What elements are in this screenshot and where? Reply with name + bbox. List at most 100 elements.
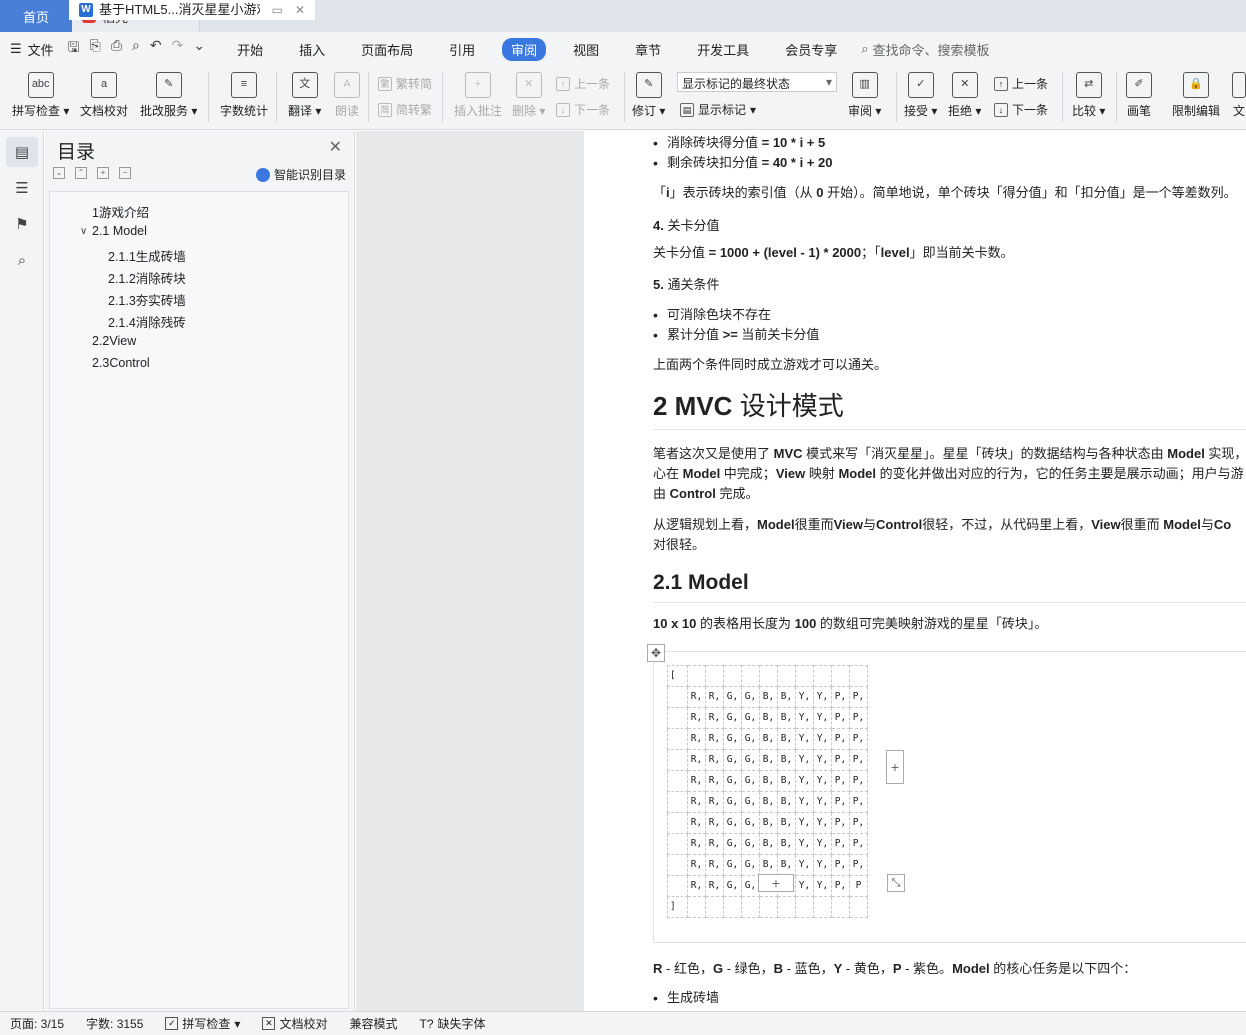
table-cell[interactable]: G, xyxy=(723,854,742,876)
next-comment-button[interactable]: ↓ 下一条 xyxy=(556,101,610,118)
table-cell[interactable]: P, xyxy=(849,770,868,792)
table-cell[interactable]: G, xyxy=(741,812,760,834)
table-cell[interactable]: R, xyxy=(687,686,706,708)
table-cell[interactable] xyxy=(741,665,760,687)
more-ribbon-button[interactable]: 文 xyxy=(1232,72,1246,119)
table-cell[interactable]: G, xyxy=(723,770,742,792)
chevron-down-icon[interactable]: ∨ xyxy=(80,226,87,237)
table-cell[interactable]: P, xyxy=(849,854,868,876)
add-heading-icon[interactable]: + xyxy=(97,167,109,179)
table-cell[interactable] xyxy=(723,665,742,687)
table-cell[interactable]: G, xyxy=(723,875,742,897)
close-icon[interactable]: ✕ xyxy=(329,137,342,157)
customize-icon[interactable]: ⌄ xyxy=(193,37,205,61)
redo-icon[interactable]: ↷ xyxy=(172,37,184,61)
table-cell[interactable]: G, xyxy=(741,707,760,729)
table-cell[interactable]: G, xyxy=(741,686,760,708)
table-cell[interactable]: P, xyxy=(849,749,868,771)
menu-member[interactable]: 会员专享 xyxy=(776,38,846,61)
save-icon[interactable]: 🖫 xyxy=(68,37,80,61)
remove-heading-icon[interactable]: − xyxy=(119,167,131,179)
table-cell[interactable]: B, xyxy=(759,728,778,750)
table-cell[interactable] xyxy=(667,833,688,855)
table-cell[interactable] xyxy=(759,665,778,687)
table-cell[interactable]: R, xyxy=(687,749,706,771)
table-cell[interactable]: P, xyxy=(831,833,850,855)
table-cell[interactable]: P, xyxy=(831,728,850,750)
resize-handle-icon[interactable]: ⤡ xyxy=(887,874,905,892)
table-cell[interactable] xyxy=(849,896,868,918)
table-cell[interactable] xyxy=(795,896,814,918)
table-cell[interactable]: B, xyxy=(777,686,796,708)
menu-page-layout[interactable]: 页面布局 xyxy=(352,38,422,61)
table-cell[interactable]: G, xyxy=(741,875,760,897)
export-icon[interactable]: ⎘ xyxy=(90,37,101,61)
table-cell[interactable] xyxy=(667,686,688,708)
doc-check-button[interactable]: a 文档校对 xyxy=(80,72,128,119)
table-cell[interactable] xyxy=(813,896,832,918)
table-cell[interactable]: Y, xyxy=(813,749,832,771)
table-cell[interactable]: Y, xyxy=(813,707,832,729)
table-cell[interactable]: P, xyxy=(831,854,850,876)
bookmark-icon[interactable]: ⚑ xyxy=(6,209,38,239)
toc-item[interactable]: 2.3Control xyxy=(92,356,150,370)
table-cell[interactable]: Y, xyxy=(813,791,832,813)
table-cell[interactable]: G, xyxy=(741,833,760,855)
table-cell[interactable]: Y, xyxy=(813,728,832,750)
collapse-all-icon[interactable]: ⌃ xyxy=(75,167,87,179)
menu-section[interactable]: 章节 xyxy=(626,38,670,61)
compare-button[interactable]: ⇄ 比较 ▾ xyxy=(1072,72,1105,119)
page-indicator[interactable]: 页面: 3/15 xyxy=(10,1015,64,1032)
tab-home[interactable]: 首页 xyxy=(0,0,72,32)
table-cell[interactable]: Y, xyxy=(795,686,814,708)
table-cell[interactable]: Y, xyxy=(795,749,814,771)
table-cell[interactable] xyxy=(723,896,742,918)
table-cell[interactable] xyxy=(667,707,688,729)
simp-to-trad-button[interactable]: 简简转繁 xyxy=(378,101,432,118)
table-cell[interactable]: R, xyxy=(687,854,706,876)
delete-comment-button[interactable]: ✕ 删除 ▾ xyxy=(512,72,545,119)
table-cell[interactable]: B, xyxy=(759,791,778,813)
table-cell[interactable] xyxy=(795,665,814,687)
table-cell[interactable] xyxy=(687,896,706,918)
table-cell[interactable]: R, xyxy=(687,728,706,750)
accept-button[interactable]: ✓ 接受 ▾ xyxy=(904,72,937,119)
table-cell[interactable]: R, xyxy=(705,749,724,771)
table-cell[interactable]: P, xyxy=(849,707,868,729)
pin-icon[interactable]: ▭ xyxy=(272,0,283,20)
table-cell[interactable]: G, xyxy=(723,812,742,834)
table-cell[interactable]: B, xyxy=(777,728,796,750)
prev-comment-button[interactable]: ↑ 上一条 xyxy=(556,75,610,92)
table-cell[interactable]: R, xyxy=(687,833,706,855)
expand-all-icon[interactable]: ⌄ xyxy=(53,167,65,179)
table-cell[interactable]: P, xyxy=(849,812,868,834)
table-cell[interactable] xyxy=(759,896,778,918)
table-cell[interactable] xyxy=(705,665,724,687)
add-row-button[interactable]: + xyxy=(758,874,794,892)
doc-check-toggle[interactable]: ✕ 文档校对 xyxy=(262,1015,327,1032)
command-search[interactable]: ⌕ 查找命令、搜索模板 xyxy=(861,40,989,59)
table-cell[interactable] xyxy=(667,770,688,792)
table-cell[interactable]: G, xyxy=(723,791,742,813)
toc-item[interactable]: 2.1.2消除砖块 xyxy=(108,268,186,287)
table-cell[interactable] xyxy=(705,896,724,918)
spell-check-toggle[interactable]: ✓ 拼写检查 ▾ xyxy=(165,1015,240,1032)
table-cell[interactable]: P xyxy=(849,875,868,897)
toc-item[interactable]: 2.1.3夯实砖墙 xyxy=(108,290,186,309)
table-cell[interactable] xyxy=(777,665,796,687)
table-cell[interactable]: Y, xyxy=(795,770,814,792)
table-cell[interactable]: Y, xyxy=(795,833,814,855)
table-cell[interactable] xyxy=(813,665,832,687)
table-cell[interactable]: B, xyxy=(759,686,778,708)
reject-button[interactable]: ✕ 拒绝 ▾ xyxy=(948,72,981,119)
batch-service-button[interactable]: ✎ 批改服务 ▾ xyxy=(140,72,197,119)
table-cell[interactable]: Y, xyxy=(813,686,832,708)
table-cell[interactable]: G, xyxy=(741,728,760,750)
print-preview-icon[interactable]: ⌕ xyxy=(132,37,140,61)
table-cell[interactable]: B, xyxy=(777,854,796,876)
chapter-nav-icon[interactable]: ☰ xyxy=(6,173,38,203)
table-cell[interactable]: P, xyxy=(831,749,850,771)
table-cell[interactable]: P, xyxy=(831,812,850,834)
file-menu[interactable]: ☰ 文件 xyxy=(10,40,54,59)
table-cell[interactable] xyxy=(667,854,688,876)
